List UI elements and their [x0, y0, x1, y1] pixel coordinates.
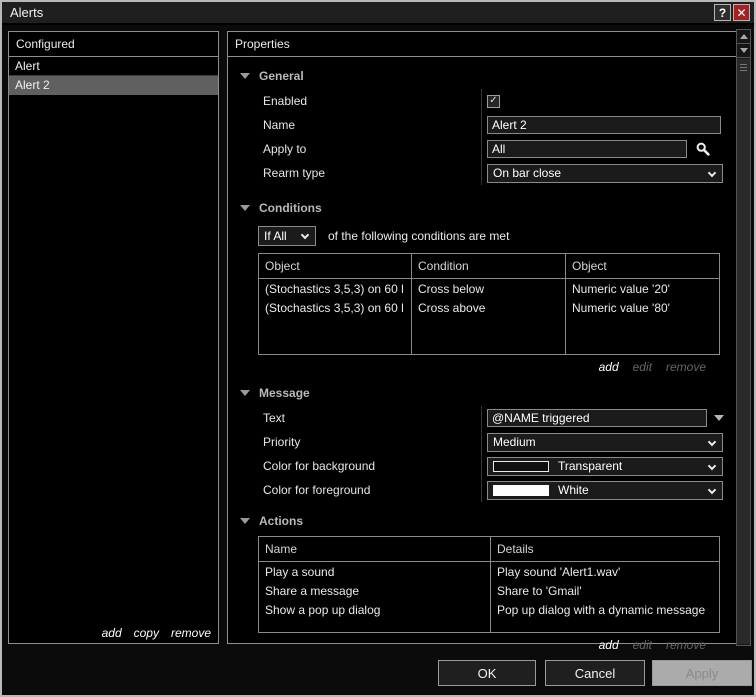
- table-cell[interactable]: Play a sound: [259, 562, 490, 581]
- actions-edit-link[interactable]: edit: [633, 638, 652, 652]
- cancel-button[interactable]: Cancel: [545, 660, 645, 686]
- color-background-select[interactable]: Transparent: [487, 457, 723, 476]
- search-icon: [695, 141, 711, 157]
- section-conditions-label: Conditions: [259, 201, 322, 215]
- configured-panel-title: Configured: [9, 32, 218, 57]
- priority-select[interactable]: Medium: [487, 433, 723, 452]
- name-input[interactable]: [487, 116, 721, 134]
- section-conditions[interactable]: Conditions: [240, 199, 736, 217]
- conditions-col-object1: Object: [259, 254, 411, 279]
- configured-add-link[interactable]: add: [102, 626, 122, 640]
- apply-button[interactable]: Apply: [652, 660, 752, 686]
- table-cell[interactable]: (Stochastics 3,5,3) on 60 l: [259, 298, 411, 317]
- properties-panel-title: Properties: [228, 32, 736, 57]
- actions-remove-link[interactable]: remove: [666, 638, 706, 652]
- table-cell[interactable]: Numeric value '20': [566, 279, 719, 298]
- collapse-icon: [240, 390, 250, 396]
- condition-match-text: of the following conditions are met: [328, 229, 509, 243]
- properties-scrollbar[interactable]: [736, 29, 751, 646]
- apply-to-label: Apply to: [228, 142, 481, 156]
- arrow-down-icon: [740, 48, 748, 53]
- section-message-label: Message: [259, 386, 310, 400]
- list-item-alert2-selected[interactable]: Alert 2: [9, 76, 218, 95]
- priority-value: Medium: [493, 435, 722, 449]
- configured-panel: Configured Alert Alert 2 add copy remove: [8, 31, 219, 644]
- checkmark-icon: ✓: [489, 96, 497, 106]
- conditions-add-link[interactable]: add: [599, 360, 619, 374]
- rearm-type-select[interactable]: On bar close: [487, 164, 723, 183]
- collapse-icon: [240, 205, 250, 211]
- conditions-table[interactable]: Object (Stochastics 3,5,3) on 60 l (Stoc…: [258, 253, 720, 355]
- color-foreground-label: Color for foreground: [228, 483, 481, 497]
- scroll-up-button[interactable]: [737, 30, 750, 44]
- list-item-label: Alert: [15, 59, 40, 73]
- help-button[interactable]: ?: [714, 4, 731, 21]
- scroll-down-button[interactable]: [737, 44, 750, 58]
- collapse-icon: [240, 518, 250, 524]
- apply-to-input[interactable]: [487, 140, 687, 158]
- conditions-edit-link[interactable]: edit: [633, 360, 652, 374]
- section-general-label: General: [259, 69, 304, 83]
- close-button[interactable]: ✕: [733, 4, 750, 21]
- apply-to-search-button[interactable]: [691, 139, 715, 159]
- scrollbar-thumb[interactable]: [737, 59, 750, 644]
- message-text-input[interactable]: [487, 409, 707, 427]
- list-item-alert[interactable]: Alert: [9, 57, 218, 76]
- section-general[interactable]: General: [240, 67, 736, 85]
- condition-match-select[interactable]: If All: [258, 226, 316, 246]
- section-actions[interactable]: Actions: [240, 512, 736, 530]
- conditions-col-condition: Condition: [412, 254, 565, 279]
- collapse-icon: [240, 73, 250, 79]
- color-foreground-select[interactable]: White: [487, 481, 723, 500]
- table-cell[interactable]: Cross above: [412, 298, 565, 317]
- title-bar[interactable]: Alerts ? ✕: [2, 2, 754, 25]
- color-background-label: Color for background: [228, 459, 481, 473]
- name-label: Name: [228, 118, 481, 132]
- transparent-swatch: [493, 461, 549, 472]
- message-text-label: Text: [228, 411, 481, 425]
- enabled-label: Enabled: [228, 94, 481, 108]
- table-cell[interactable]: Numeric value '80': [566, 298, 719, 317]
- table-cell[interactable]: Share a message: [259, 581, 490, 600]
- priority-label: Priority: [228, 435, 481, 449]
- table-cell[interactable]: Show a pop up dialog: [259, 600, 490, 619]
- arrow-up-icon: [740, 34, 748, 39]
- window-title: Alerts: [10, 5, 43, 20]
- table-cell[interactable]: Play sound 'Alert1.wav': [491, 562, 719, 581]
- configured-copy-link[interactable]: copy: [134, 626, 159, 640]
- properties-panel: Properties General Enabled ✓ Name: [227, 31, 737, 644]
- color-background-value: Transparent: [558, 459, 722, 473]
- actions-table[interactable]: Name Play a sound Share a message Show a…: [258, 536, 720, 633]
- section-actions-label: Actions: [259, 514, 303, 528]
- dropdown-arrow-icon: [714, 415, 724, 421]
- message-text-dropdown-button[interactable]: [710, 409, 728, 427]
- table-cell[interactable]: Pop up dialog with a dynamic message: [491, 600, 719, 619]
- rearm-type-value: On bar close: [493, 166, 722, 180]
- actions-col-details: Details: [491, 537, 719, 562]
- conditions-remove-link[interactable]: remove: [666, 360, 706, 374]
- actions-col-name: Name: [259, 537, 490, 562]
- configured-remove-link[interactable]: remove: [171, 626, 211, 640]
- actions-add-link[interactable]: add: [599, 638, 619, 652]
- enabled-checkbox[interactable]: ✓: [487, 95, 500, 108]
- help-icon: ?: [719, 6, 726, 20]
- close-icon: ✕: [736, 6, 746, 20]
- ok-button[interactable]: OK: [438, 660, 536, 686]
- alerts-dialog: Alerts ? ✕ Configured Alert Alert 2 add …: [0, 0, 756, 697]
- color-foreground-value: White: [558, 483, 722, 497]
- white-swatch: [493, 485, 549, 496]
- rearm-type-label: Rearm type: [228, 166, 481, 180]
- section-message[interactable]: Message: [240, 384, 736, 402]
- list-item-label: Alert 2: [15, 78, 50, 92]
- conditions-col-object2: Object: [566, 254, 719, 279]
- scrollbar-grip: [740, 64, 747, 71]
- table-cell[interactable]: (Stochastics 3,5,3) on 60 l: [259, 279, 411, 298]
- table-cell[interactable]: Cross below: [412, 279, 565, 298]
- table-cell[interactable]: Share to 'Gmail': [491, 581, 719, 600]
